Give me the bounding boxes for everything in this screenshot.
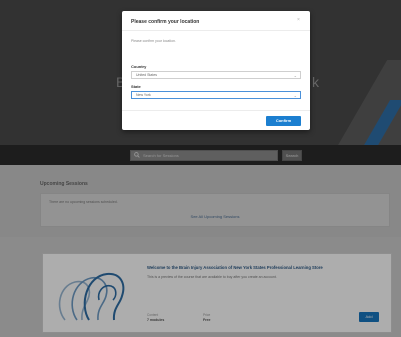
chevron-down-icon: ⌄ [293, 93, 297, 98]
modal-footer-divider [122, 110, 310, 111]
close-icon[interactable]: × [297, 18, 300, 23]
state-label: State [131, 84, 141, 89]
chevron-down-icon: ⌄ [293, 73, 297, 78]
modal-header-divider [122, 30, 310, 31]
confirm-button[interactable]: Confirm [266, 116, 301, 126]
state-select[interactable]: New York ⌄ [131, 91, 301, 99]
state-value: New York [136, 93, 151, 97]
modal-title: Please confirm your location [131, 19, 200, 25]
country-label: Country [131, 64, 147, 69]
country-select[interactable]: United States ⌄ [131, 71, 301, 79]
modal-subtitle: Please confirm your location. [131, 39, 176, 43]
location-modal: Please confirm your location × Please co… [122, 11, 310, 130]
country-value: United States [136, 73, 158, 77]
